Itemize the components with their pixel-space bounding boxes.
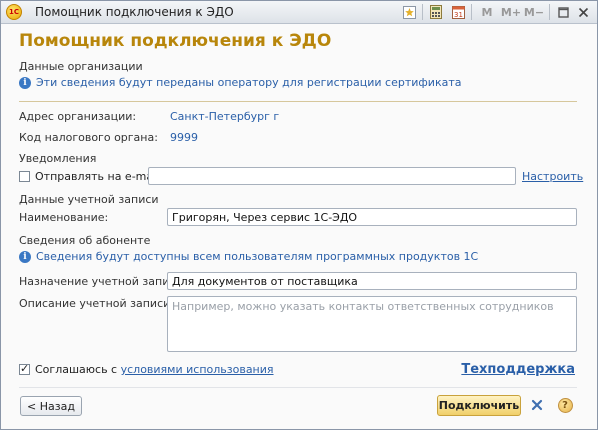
email-input[interactable] — [148, 167, 516, 185]
agreement-prefix: Соглашаюсь с — [35, 363, 121, 376]
subscriber-info: i Сведения будут доступны всем пользоват… — [19, 250, 478, 263]
help-button[interactable]: ? — [556, 396, 574, 414]
info-icon: i — [19, 76, 31, 89]
toolbar-divider — [422, 4, 423, 20]
agreement-checkbox[interactable] — [19, 362, 30, 375]
memory-m-button[interactable]: M — [479, 4, 495, 20]
organization-info-text: Эти сведения будут переданы оператору дл… — [36, 76, 462, 89]
dialog-window: 1С Помощник подключения к ЭДО 31 M M+ M−… — [0, 0, 598, 430]
purpose-input[interactable]: Для документов от поставщика — [167, 272, 577, 290]
email-checkbox[interactable] — [19, 171, 30, 182]
support-link[interactable]: Техподдержка — [461, 362, 575, 377]
subscriber-section-label: Сведения об абоненте — [19, 234, 151, 247]
address-value: Санкт-Петербург г — [170, 110, 280, 123]
terms-link[interactable]: условиями использования — [121, 363, 274, 376]
account-name-input[interactable]: Григорян, Через сервис 1С-ЭДО — [167, 208, 577, 226]
email-checkbox-label[interactable]: Отправлять на e-mail: — [35, 170, 163, 183]
configure-link[interactable]: Настроить — [522, 170, 583, 183]
description-label: Описание учетной записи: — [19, 297, 174, 310]
description-textarea[interactable]: Например, можно указать контакты ответст… — [167, 296, 577, 352]
info-icon: i — [19, 250, 31, 263]
close-icon[interactable] — [575, 4, 591, 20]
memory-minus-button[interactable]: M− — [523, 4, 545, 20]
organization-section-label: Данные организации — [19, 60, 143, 73]
email-checkbox-row: Отправлять на e-mail: — [19, 170, 163, 183]
account-name-label: Наименование: — [19, 211, 109, 224]
purpose-label: Назначение учетной записи: — [19, 275, 187, 288]
connect-button[interactable]: Подключить — [437, 395, 521, 416]
cancel-icon[interactable] — [528, 396, 546, 414]
account-section-label: Данные учетной записи — [19, 193, 159, 206]
section-divider — [19, 101, 577, 102]
svg-text:31: 31 — [454, 11, 463, 19]
footer-divider — [19, 387, 577, 388]
address-label: Адрес организации: — [19, 110, 137, 123]
maximize-icon[interactable] — [555, 4, 571, 20]
calculator-icon[interactable] — [428, 4, 444, 20]
agreement-row: Соглашаюсь с условиями использования — [19, 362, 274, 376]
notifications-section-label: Уведомления — [19, 152, 97, 165]
tax-authority-label: Код налогового органа: — [19, 131, 158, 144]
calendar-icon[interactable]: 31 — [450, 4, 466, 20]
tax-authority-value: 9999 — [170, 131, 198, 144]
subscriber-info-text: Сведения будут доступны всем пользовател… — [36, 250, 479, 263]
toolbar-divider — [471, 4, 472, 20]
toolbar-divider — [549, 4, 550, 20]
help-icon: ? — [557, 397, 573, 413]
star-icon[interactable] — [401, 4, 417, 20]
title-bar: 1С Помощник подключения к ЭДО 31 M M+ M− — [1, 1, 597, 24]
window-title: Помощник подключения к ЭДО — [35, 5, 234, 19]
organization-info: i Эти сведения будут переданы оператору … — [19, 76, 461, 89]
memory-plus-button[interactable]: M+ — [500, 4, 522, 20]
app-logo-icon: 1С — [6, 4, 22, 20]
page-title: Помощник подключения к ЭДО — [19, 31, 332, 51]
back-button[interactable]: < Назад — [20, 396, 82, 416]
